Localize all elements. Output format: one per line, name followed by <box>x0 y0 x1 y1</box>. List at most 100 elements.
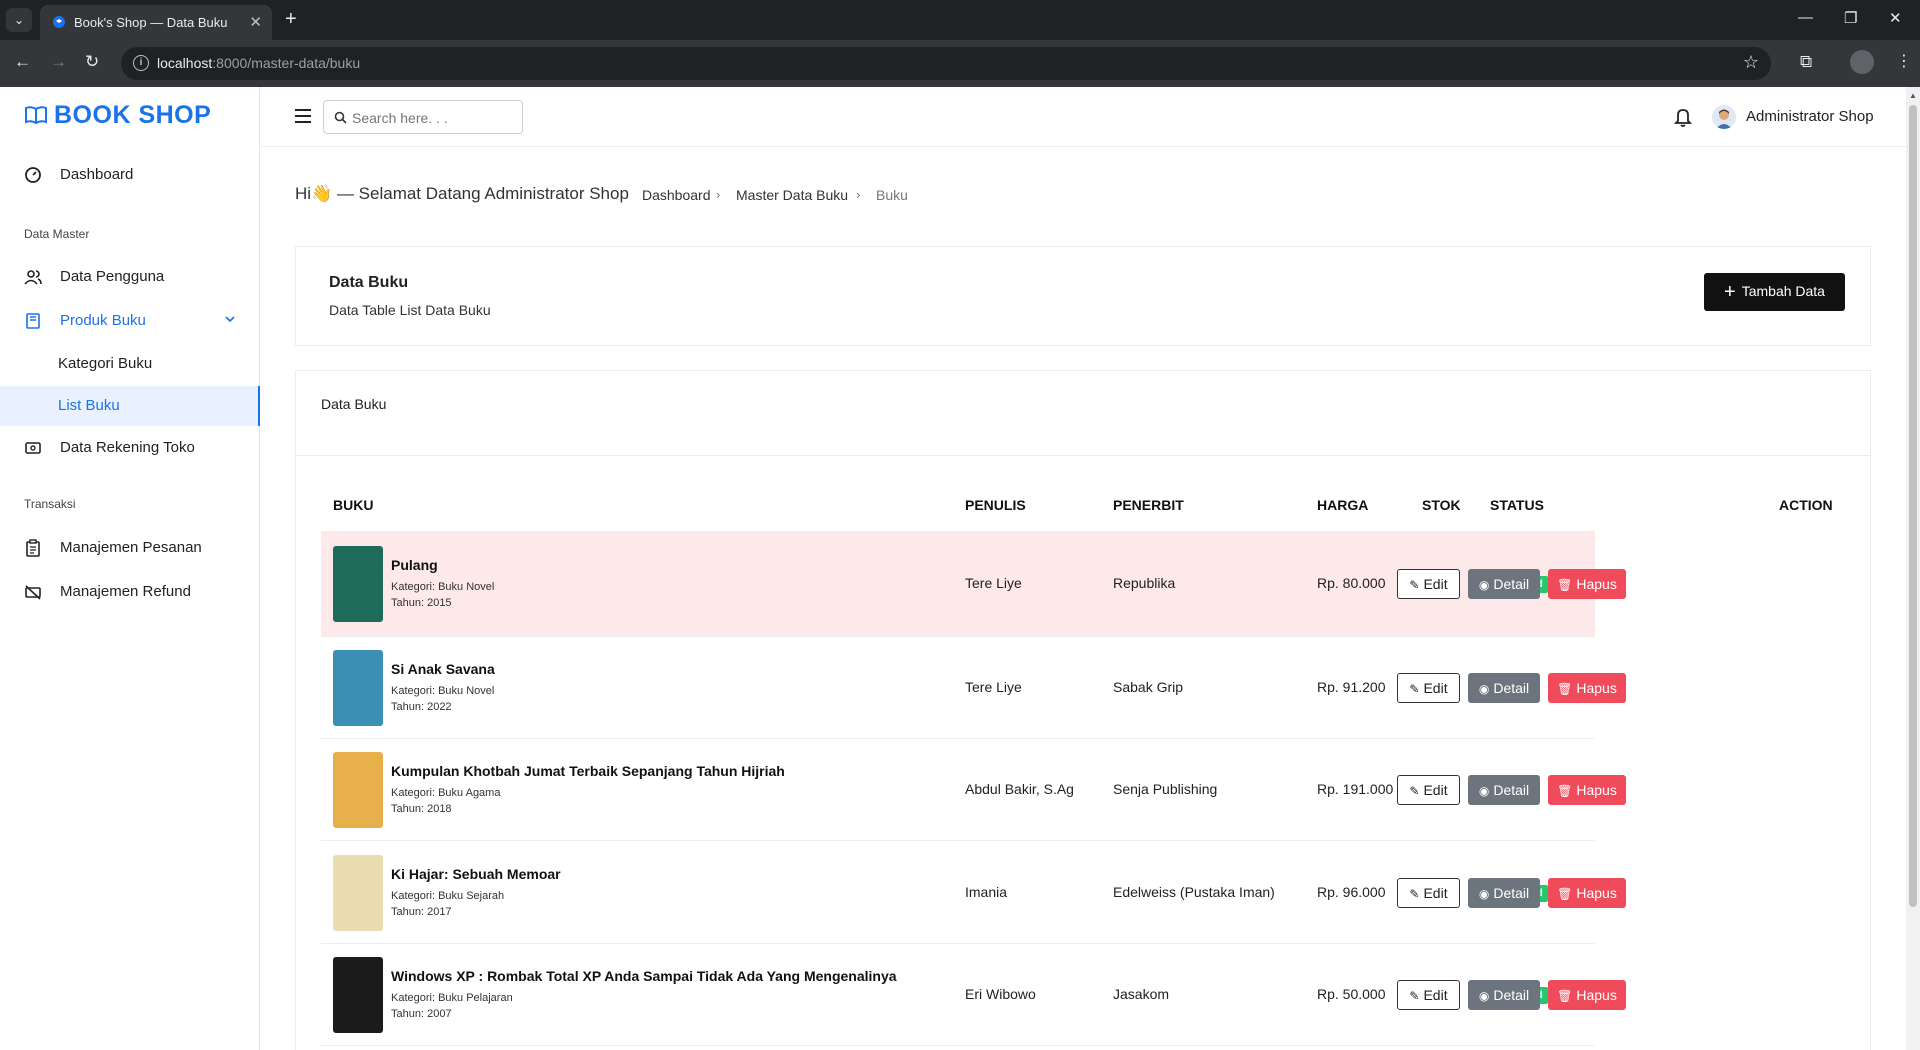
scroll-thumb[interactable] <box>1909 105 1917 907</box>
delete-button[interactable]: 🗑 Hapus <box>1548 673 1626 703</box>
address-bar[interactable]: i localhost:8000/master-data/buku ☆ <box>121 47 1771 80</box>
edit-button[interactable]: ✎ Edit <box>1397 775 1460 805</box>
page-scrollbar[interactable]: ▲ <box>1906 87 1920 1050</box>
tab-close-icon[interactable]: ✕ <box>249 13 262 31</box>
book-cover-image <box>333 957 383 1033</box>
wallet-icon <box>25 442 41 454</box>
forward-icon[interactable]: → <box>50 52 67 72</box>
new-tab-icon[interactable]: + <box>285 8 297 30</box>
avatar-face-icon <box>1716 109 1732 129</box>
delete-label: Hapus <box>1576 576 1617 592</box>
add-data-button[interactable]: + Tambah Data <box>1704 273 1845 311</box>
top-bar: Administrator Shop <box>261 87 1906 147</box>
book-year: Tahun: 2015 <box>391 597 452 609</box>
table-row: Ki Hajar: Sebuah Memoar Kategori: Buku Se… <box>321 841 1626 944</box>
scroll-up-arrow-icon[interactable]: ▲ <box>1909 91 1917 100</box>
trash-icon: 🗑 <box>1557 578 1573 592</box>
sidebar-item-data-pengguna[interactable]: Data Pengguna <box>0 257 260 297</box>
sidebar-item-manajemen-pesanan[interactable]: Manajemen Pesanan <box>0 528 260 568</box>
sidebar-item-label: Data Rekening Toko <box>60 439 195 456</box>
detail-button[interactable]: ◉ Detail <box>1468 569 1540 599</box>
book-price: Rp. 191.000 <box>1317 781 1394 797</box>
delete-button[interactable]: 🗑 Hapus <box>1548 980 1626 1010</box>
edit-icon: ✎ <box>1409 578 1420 592</box>
sidebar-item-kategori-buku[interactable]: Kategori Buku <box>0 344 260 384</box>
delete-label: Hapus <box>1576 782 1617 798</box>
menu-toggle-icon[interactable] <box>295 109 311 123</box>
edit-icon: ✎ <box>1409 989 1420 1003</box>
user-avatar[interactable] <box>1712 105 1736 129</box>
edit-label: Edit <box>1423 576 1448 592</box>
sidebar-item-label: Manajemen Pesanan <box>60 539 202 556</box>
page-title: Data Buku <box>329 274 409 291</box>
browser-menu-icon[interactable]: ⋮ <box>1896 51 1912 71</box>
browser-tab-strip: ⌄ Book's Shop — Data Buku ✕ + — ❐ ✕ <box>0 0 1920 40</box>
browser-toolbar: ← → ↻ i localhost:8000/master-data/buku … <box>0 40 1920 87</box>
sidebar-item-dashboard[interactable]: Dashboard <box>0 155 260 195</box>
site-info-icon[interactable]: i <box>133 55 149 71</box>
sidebar-item-label: Dashboard <box>60 166 134 183</box>
detail-button[interactable]: ◉ Detail <box>1468 775 1540 805</box>
extensions-icon[interactable]: ⧉ <box>1800 52 1812 72</box>
user-name[interactable]: Administrator Shop <box>1746 108 1874 125</box>
breadcrumb-dashboard[interactable]: Dashboard <box>642 187 711 203</box>
sidebar-item-data-rekening[interactable]: Data Rekening Toko <box>0 428 260 468</box>
delete-button[interactable]: 🗑 Hapus <box>1548 569 1626 599</box>
open-book-icon <box>25 106 47 125</box>
profile-avatar-icon[interactable] <box>1850 50 1874 74</box>
delete-button[interactable]: 🗑 Hapus <box>1548 775 1626 805</box>
book-price: Rp. 50.000 <box>1317 986 1386 1002</box>
sidebar-item-manajemen-refund[interactable]: Manajemen Refund <box>0 572 260 612</box>
sidebar-item-produk-buku[interactable]: Produk Buku <box>0 301 260 341</box>
edit-button[interactable]: ✎ Edit <box>1397 877 1460 908</box>
column-header-penulis: PENULIS <box>965 497 1026 513</box>
table-row: Pulang Kategori: Buku Novel Tahun: 2015 Ter… <box>321 531 1626 637</box>
detail-button[interactable]: ◉ Detail <box>1468 980 1540 1010</box>
eye-icon: ◉ <box>1478 578 1490 592</box>
eye-icon: ◉ <box>1478 784 1490 798</box>
detail-label: Detail <box>1493 884 1530 901</box>
sidebar-item-list-buku[interactable]: List Buku <box>0 386 260 426</box>
back-icon[interactable]: ← <box>14 52 31 72</box>
sidebar-item-label: Manajemen Refund <box>60 583 191 600</box>
edit-button[interactable]: ✎ Edit <box>1397 980 1460 1010</box>
tab-search-button[interactable]: ⌄ <box>6 8 32 32</box>
sidebar-item-label: List Buku <box>58 397 120 414</box>
page-title-card: Data Buku Data Table List Data Buku + Tam… <box>295 246 1871 346</box>
breadcrumb-master-data-buku[interactable]: Master Data Buku <box>736 187 848 203</box>
edit-label: Edit <box>1423 782 1448 798</box>
book-author: Tere Liye <box>965 575 1022 591</box>
detail-button[interactable]: ◉ Detail <box>1468 877 1540 908</box>
minimize-icon[interactable]: — <box>1798 9 1813 26</box>
book-publisher: Jasakom <box>1113 986 1170 1002</box>
book-title: Kumpulan Khotbah Jumat Terbaik Sepanjang… <box>391 763 785 779</box>
search-input[interactable] <box>352 108 512 128</box>
edit-button[interactable]: ✎ Edit <box>1397 569 1460 599</box>
detail-button[interactable]: ◉ Detail <box>1468 673 1540 703</box>
brand-logo[interactable]: BOOK SHOP <box>24 101 211 130</box>
edit-button[interactable]: ✎ Edit <box>1397 673 1460 703</box>
delete-button[interactable]: 🗑 Hapus <box>1548 877 1626 908</box>
table-title: Data Buku <box>321 396 387 412</box>
book-year: Tahun: 2018 <box>391 803 452 815</box>
window-close-icon[interactable]: ✕ <box>1889 9 1902 27</box>
column-header-status: STATUS <box>1490 497 1544 513</box>
book-year: Tahun: 2007 <box>391 1008 452 1020</box>
column-header-penerbit: PENERBIT <box>1113 497 1184 513</box>
browser-tab[interactable]: Book's Shop — Data Buku ✕ <box>40 5 272 40</box>
dashboard-gauge-icon <box>25 167 41 183</box>
reload-icon[interactable]: ↻ <box>85 52 99 72</box>
eye-icon: ◉ <box>1478 682 1490 696</box>
bookmark-star-icon[interactable]: ☆ <box>1743 52 1759 73</box>
brand-text: BOOK SHOP <box>54 101 212 129</box>
book-author: Tere Liye <box>965 679 1022 695</box>
welcome-greeting: Hi👋 — Selamat Datang Administrator Shop <box>295 184 629 203</box>
book-title: Ki Hajar: Sebuah Memoar <box>391 865 561 882</box>
restore-icon[interactable]: ❐ <box>1844 9 1857 27</box>
edit-icon: ✎ <box>1409 886 1420 901</box>
notification-bell-icon[interactable] <box>1674 107 1692 127</box>
add-data-label: Tambah Data <box>1741 282 1825 299</box>
breadcrumb-chevron-icon: › <box>856 187 861 202</box>
book-category: Kategori: Buku Sejarah <box>391 889 505 902</box>
book-author: Eri Wibowo <box>965 986 1036 1002</box>
